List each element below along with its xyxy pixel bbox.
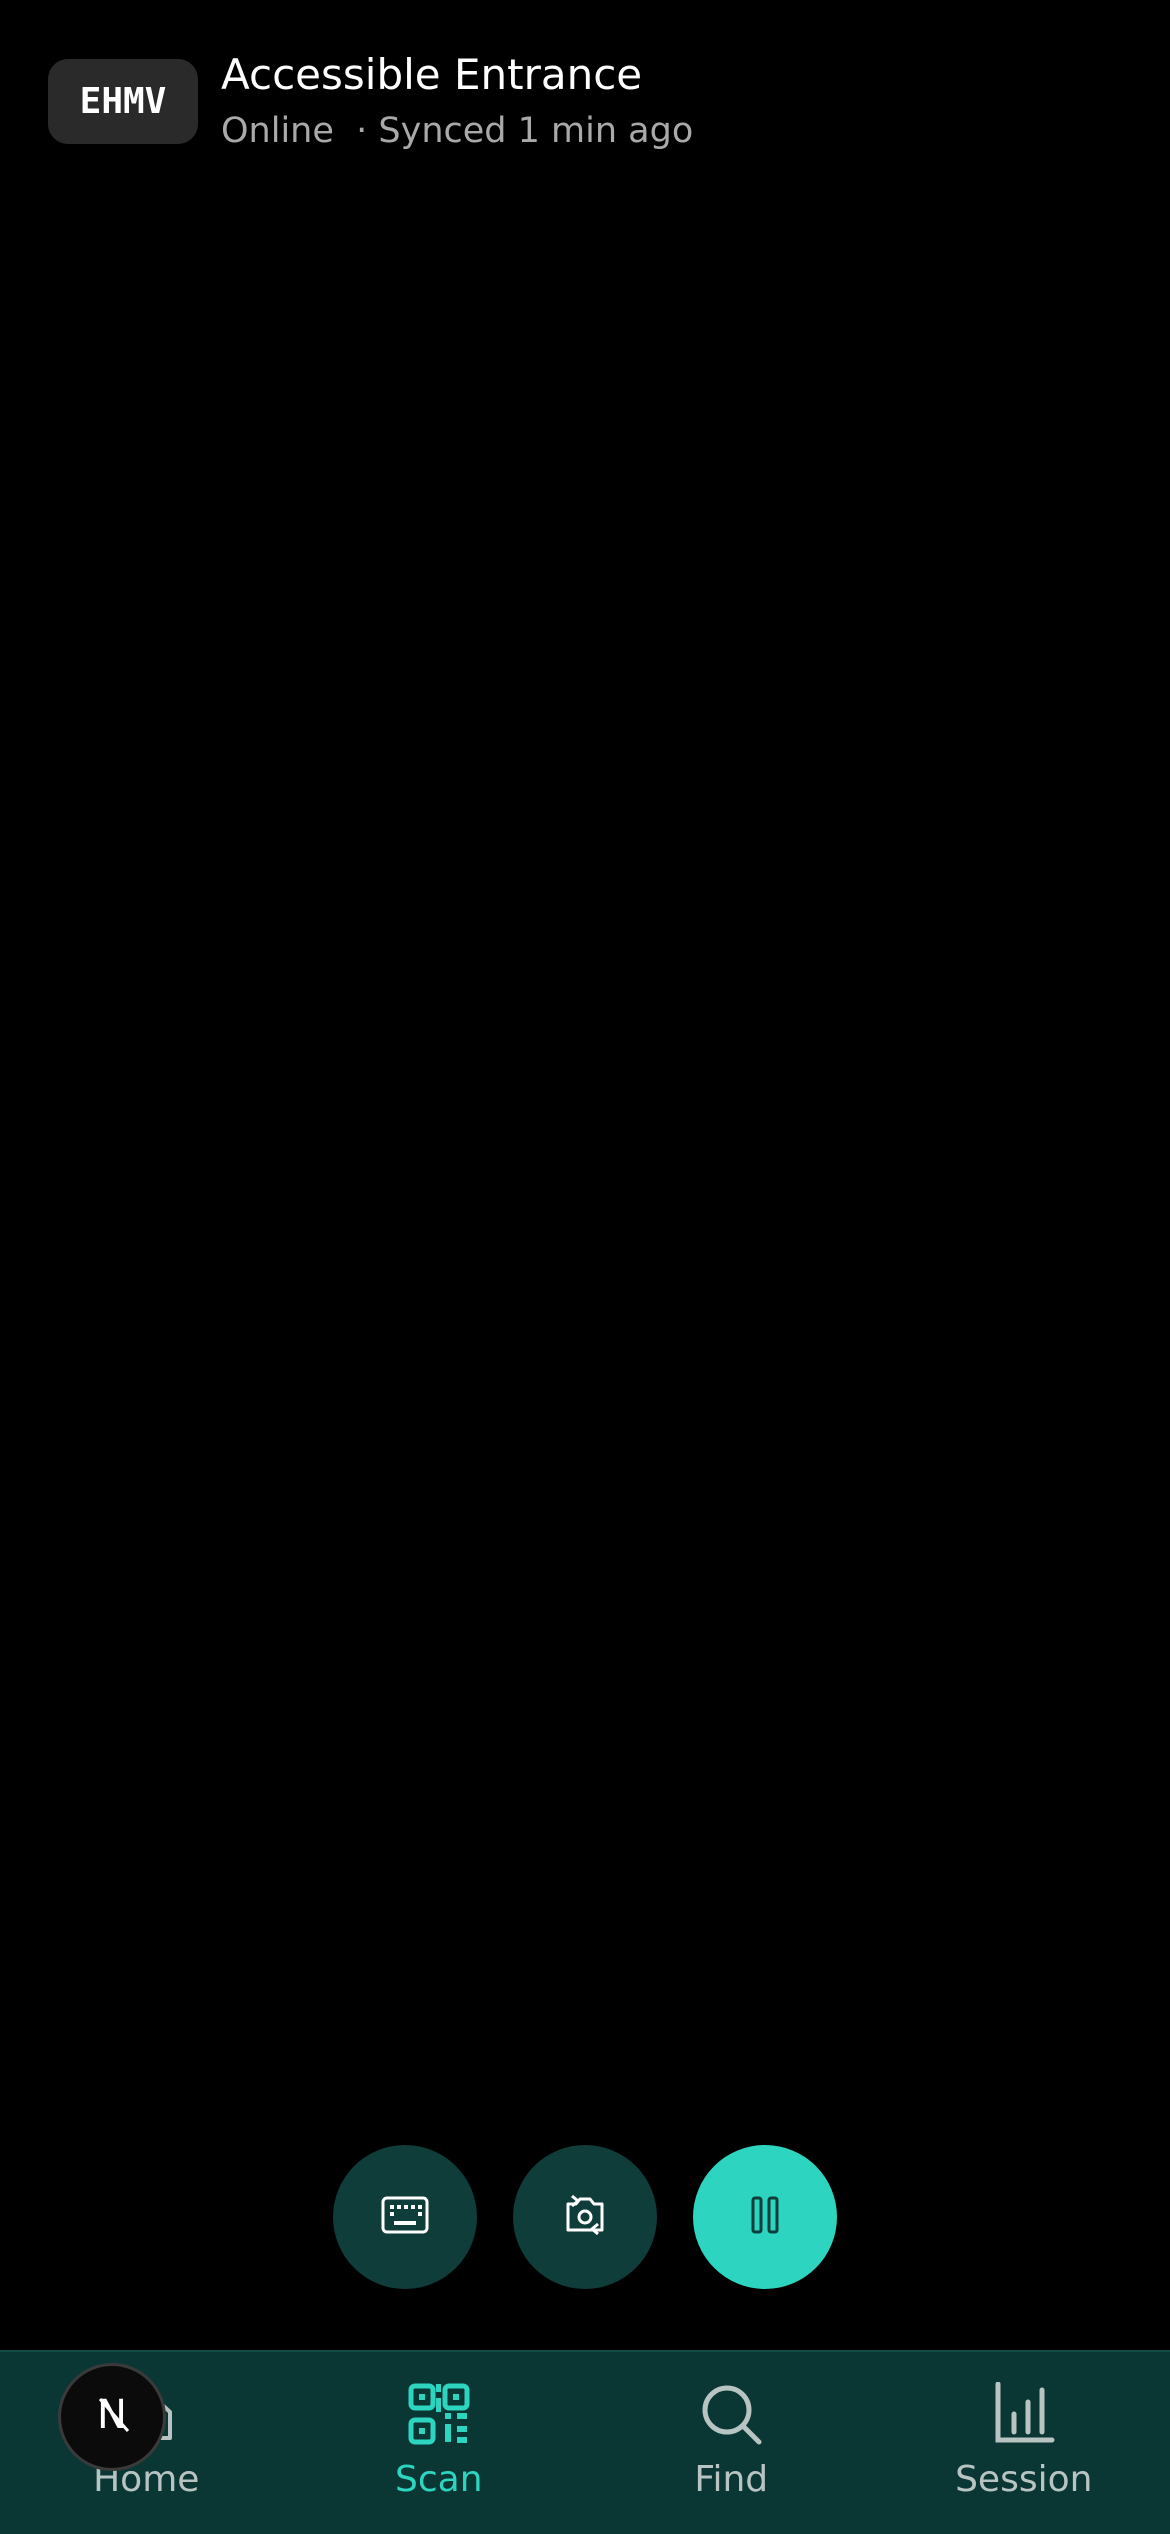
location-badge[interactable]: EHMV [48,59,198,144]
scan-controls [333,2145,837,2289]
pause-icon [750,2196,780,2238]
header: EHMV Accessible Entrance Online · Synced… [48,50,693,154]
keyboard-button[interactable] [333,2145,477,2289]
nav-item-scan[interactable]: Scan [293,2352,586,2534]
page-title: Accessible Entrance [221,50,693,100]
nav-item-session[interactable]: Session [878,2352,1170,2534]
nav-item-find[interactable]: Find [585,2352,878,2534]
header-titles: Accessible Entrance Online · Synced 1 mi… [221,50,693,154]
dev-tools-logo-icon: N [82,2385,142,2449]
dev-tools-button[interactable]: N [58,2363,166,2471]
status-line: Online · Synced 1 min ago [221,108,693,154]
nav-label-scan: Scan [395,2458,483,2502]
keyboard-icon [381,2196,429,2238]
online-status: Online [221,111,334,151]
qr-code-icon [405,2380,473,2448]
bar-chart-icon [990,2380,1058,2448]
switch-camera-icon [560,2192,610,2242]
search-icon [697,2380,765,2448]
sync-status: · Synced 1 min ago [334,111,693,151]
nav-label-find: Find [694,2458,768,2502]
pause-button[interactable] [693,2145,837,2289]
nav-label-session: Session [955,2458,1092,2502]
switch-camera-button[interactable] [513,2145,657,2289]
bottom-nav: Home Scan [0,2350,1170,2534]
